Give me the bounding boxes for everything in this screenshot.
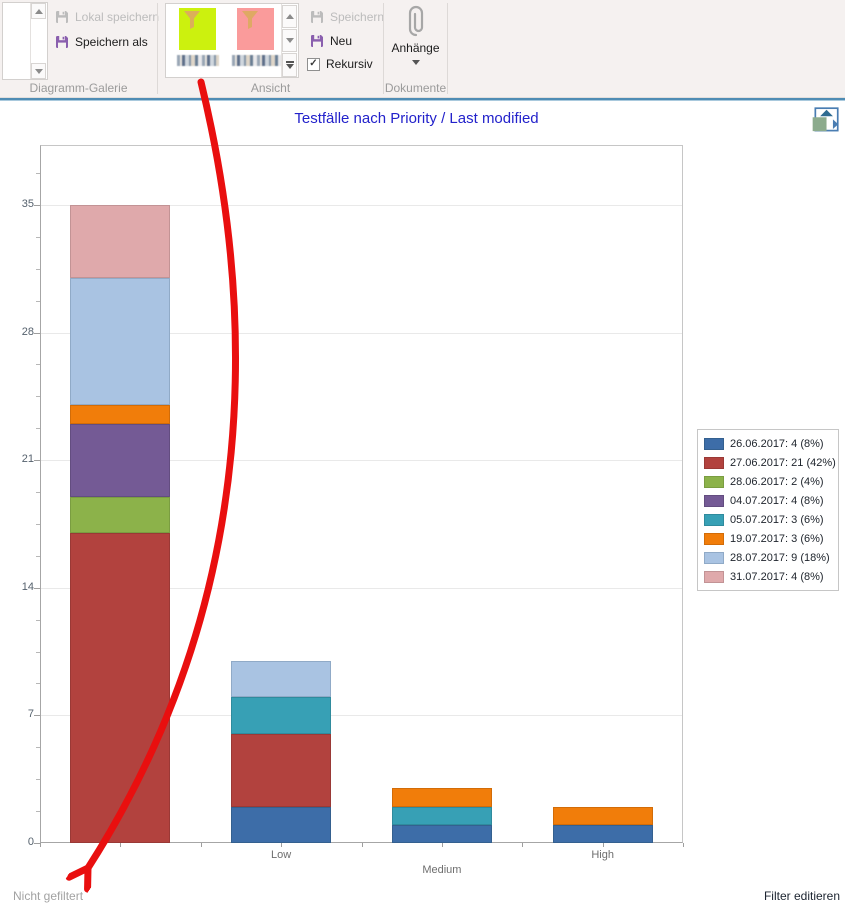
- x-axis-tick: [522, 843, 523, 847]
- floppy-disk-icon: [55, 10, 69, 24]
- chevron-down-icon: [286, 38, 294, 43]
- ribbon-group-diagram-gallery: Lokal speichern Speichern als Diagramm-G…: [0, 0, 157, 97]
- gallery-scroll-strip: [30, 3, 47, 79]
- chevron-down-icon: [35, 69, 43, 74]
- chart-title: Testfälle nach Priority / Last modified: [0, 110, 833, 127]
- ribbon-group-view: Speichern Neu ✓ Rekursiv Ansicht: [158, 0, 383, 97]
- x-axis-tick: [683, 843, 684, 847]
- legend-swatch: [704, 533, 724, 545]
- x-axis-tick: [201, 843, 202, 847]
- view-gallery-item-1[interactable]: [179, 8, 235, 66]
- legend-item: 04.07.2017: 4 (8%): [701, 491, 836, 510]
- group-label-documents: Dokumente: [384, 81, 447, 95]
- gallery-scroll-up-button[interactable]: [31, 3, 46, 19]
- legend-item: 27.06.2017: 21 (42%): [701, 453, 836, 472]
- legend-label: 05.07.2017: 3 (6%): [730, 514, 824, 526]
- chevron-up-icon: [35, 9, 43, 14]
- gallery-scroll-down-button[interactable]: [31, 63, 46, 79]
- legend-swatch: [704, 571, 724, 583]
- legend-label: 26.06.2017: 4 (8%): [730, 438, 824, 450]
- x-axis-category-label: High: [522, 849, 683, 861]
- attachments-button[interactable]: Anhänge: [384, 4, 447, 78]
- legend-label: 04.07.2017: 4 (8%): [730, 495, 824, 507]
- x-axis-category-label: Low: [201, 849, 362, 861]
- y-axis-tick-label: 7: [4, 708, 34, 720]
- paperclip-icon: [404, 4, 428, 38]
- legend-label: 19.07.2017: 3 (6%): [730, 533, 824, 545]
- legend-item: 28.07.2017: 9 (18%): [701, 548, 836, 567]
- funnel-icon: [241, 10, 259, 30]
- funnel-icon: [183, 10, 201, 30]
- save-as-button[interactable]: Speichern als: [55, 35, 148, 49]
- gallery-more-icon: [286, 61, 294, 69]
- y-axis-tick-label: 28: [4, 326, 34, 338]
- legend-item: 19.07.2017: 3 (6%): [701, 529, 836, 548]
- y-axis-tick-label: 0: [4, 836, 34, 848]
- y-axis-major-tick: [34, 843, 40, 844]
- y-axis-tick-label: 35: [4, 198, 34, 210]
- view-gallery-box: [165, 3, 299, 78]
- plot-area: [40, 145, 683, 843]
- legend-swatch: [704, 438, 724, 450]
- view-thumbnail-pink: [237, 8, 274, 50]
- legend-label: 28.06.2017: 2 (4%): [730, 476, 824, 488]
- legend-swatch: [704, 514, 724, 526]
- save-label: Speichern: [330, 10, 384, 24]
- x-axis-tick: [40, 843, 41, 847]
- floppy-disk-icon: [310, 10, 324, 24]
- floppy-disk-icon: [55, 35, 69, 49]
- checkbox-checked-icon: ✓: [307, 58, 320, 71]
- floppy-disk-icon: [310, 34, 324, 48]
- y-axis-tick-label: 21: [4, 453, 34, 465]
- legend-swatch: [704, 495, 724, 507]
- x-axis-tick: [442, 843, 443, 847]
- chart-legend: 26.06.2017: 4 (8%) 27.06.2017: 21 (42%) 28…: [697, 429, 839, 591]
- recursive-checkbox[interactable]: ✓ Rekursiv: [307, 57, 373, 71]
- view-gallery-scroll-strip: [281, 4, 298, 77]
- panel-expand-icon[interactable]: [810, 105, 842, 137]
- y-axis-tick-label: 14: [4, 581, 34, 593]
- group-label-diagram-gallery: Diagramm-Galerie: [0, 81, 157, 95]
- save-local-label: Lokal speichern: [75, 10, 159, 24]
- legend-label: 27.06.2017: 21 (42%): [730, 457, 836, 469]
- thumbnail-caption-redacted: [177, 55, 219, 66]
- filter-status-text: Nicht gefiltert: [13, 889, 83, 903]
- legend-item: 05.07.2017: 3 (6%): [701, 510, 836, 529]
- view-thumbnail-green: [179, 8, 216, 50]
- legend-swatch: [704, 552, 724, 564]
- ribbon-group-documents: Anhänge Dokumente: [384, 0, 447, 97]
- filter-edit-link[interactable]: Filter editieren: [764, 889, 840, 903]
- x-axis-tick: [120, 843, 121, 847]
- legend-label: 31.07.2017: 4 (8%): [730, 571, 824, 583]
- x-axis-tick: [362, 843, 363, 847]
- legend-swatch: [704, 457, 724, 469]
- view-gallery-scroll-up-button[interactable]: [282, 5, 297, 28]
- x-axis-category-label: Medium: [362, 864, 523, 876]
- save-as-label: Speichern als: [75, 35, 148, 49]
- legend-item: 31.07.2017: 4 (8%): [701, 567, 836, 586]
- new-button[interactable]: Neu: [310, 34, 352, 48]
- view-gallery-scroll-down-button[interactable]: [282, 29, 297, 52]
- chevron-down-icon: [412, 60, 420, 65]
- chevron-up-icon: [286, 14, 294, 19]
- view-gallery-more-button[interactable]: [282, 53, 297, 77]
- save-button[interactable]: Speichern: [310, 10, 384, 24]
- legend-swatch: [704, 476, 724, 488]
- ribbon-accent-line-light: [0, 100, 845, 101]
- legend-item: 26.06.2017: 4 (8%): [701, 434, 836, 453]
- group-label-view: Ansicht: [158, 81, 383, 95]
- thumbnail-caption-redacted: [232, 55, 285, 66]
- x-axis-tick: [603, 843, 604, 847]
- attachments-label: Anhänge: [391, 41, 439, 55]
- x-axis-tick: [281, 843, 282, 847]
- group-separator: [447, 3, 448, 94]
- new-label: Neu: [330, 34, 352, 48]
- save-local-button[interactable]: Lokal speichern: [55, 10, 159, 24]
- legend-item: 28.06.2017: 2 (4%): [701, 472, 836, 491]
- ribbon: Lokal speichern Speichern als Diagramm-G…: [0, 0, 845, 97]
- recursive-label: Rekursiv: [326, 57, 373, 71]
- legend-label: 28.07.2017: 9 (18%): [730, 552, 830, 564]
- diagram-gallery-box[interactable]: [2, 2, 48, 80]
